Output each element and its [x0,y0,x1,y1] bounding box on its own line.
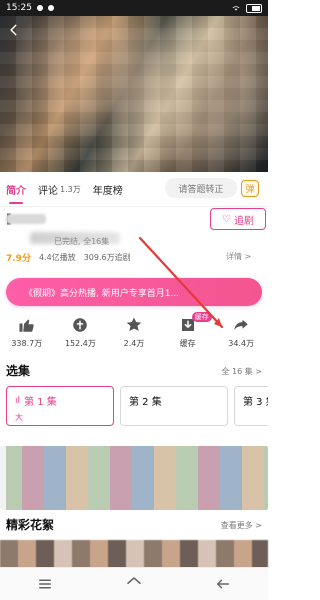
banner-text: 《假期》高分热播, 新用户专享首月1... [24,288,180,299]
episode-item[interactable]: 第 2 集 [120,386,228,426]
tab-label: 年度榜 [92,185,123,197]
tab-comments[interactable]: 评论 1.3万 [32,172,87,206]
status-left: 15:25 [6,3,54,13]
promo-banner[interactable]: 《假期》高分热播, 新用户专享首月1... [6,278,262,306]
heart-icon: ♡ [222,213,231,225]
playing-icon: ıl [15,395,21,406]
tab-label: 简介 [6,185,26,197]
highlights-title: 精彩花絮 [6,518,55,532]
back-nav-button[interactable] [203,572,243,596]
favorite-count: 2.4万 [123,339,145,348]
episodes-list: ıl 第 1 集 大 第 2 集 第 3 集 [0,386,268,430]
highlight-thumbnails[interactable] [0,540,268,568]
video-player[interactable] [0,0,268,172]
notification-dot-icon [47,5,54,11]
episode-item[interactable]: 第 3 集 [234,386,268,426]
tab-intro[interactable]: 简介 [0,172,32,206]
back-nav-icon [217,579,230,589]
follows: 309.6万追剧 [83,253,131,262]
like-button[interactable]: 338.7万 [5,316,49,349]
action-bar: 338.7万 152.4万 2.4万 缓存 缓存 34.4万 [0,312,268,358]
episode-label: 第 2 集 [129,397,162,408]
cache-button[interactable]: 缓存 缓存 [166,312,212,349]
danmu-input[interactable]: 请答题转正 [165,178,237,198]
danmu-toggle-label: 弹 [241,179,259,197]
wifi-icon [231,2,241,15]
rating: 7.9分 [6,254,31,264]
episodes-more[interactable]: 全 16 集 > [221,366,262,377]
status-bar: 15:25 [0,0,268,16]
danmu-toggle[interactable]: 弹 [240,178,260,198]
like-count: 338.7万 [11,339,43,348]
episode-label: 第 3 集 [243,397,268,408]
menu-icon [38,579,51,589]
plays: 4.4亿播放 [38,253,76,262]
episode-item[interactable]: ıl 第 1 集 大 [6,386,114,426]
follow-button[interactable]: ♡ 追剧 [210,208,266,230]
detail-link[interactable]: 详情 > [226,251,251,262]
show-stats: 7.9分 4.4亿播放 309.6万追剧 [6,251,131,264]
share-count: 34.4万 [228,339,255,348]
coin-button[interactable]: 152.4万 [58,316,102,349]
follow-label: 追剧 [233,215,254,227]
back-icon[interactable] [6,22,22,38]
share-icon [234,319,248,330]
notification-dot-icon [36,5,43,11]
tab-count: 1.3万 [60,184,81,194]
status-time: 15:25 [6,3,32,13]
highlights-more[interactable]: 查看更多 > [221,520,262,531]
coin-icon [73,318,88,332]
episode-sub: 大 [15,413,23,422]
favorite-button[interactable]: 2.4万 [112,316,156,349]
star-icon [126,317,142,331]
episodes-title: 选集 [6,364,31,378]
cache-label: 缓存 [179,339,196,348]
tab-label: 评论 [38,185,58,197]
battery-icon [246,3,262,13]
show-meta: 已完结, 全16集 [54,237,110,246]
thumbs-up-icon [19,319,34,332]
home-icon [127,577,141,584]
menu-button[interactable] [25,572,65,596]
blurred-title [6,214,46,224]
related-thumbnails[interactable] [0,446,268,510]
coin-count: 152.4万 [64,339,96,348]
danmu-placeholder: 请答题转正 [178,184,224,195]
episode-label: 第 1 集 [24,397,57,408]
home-button[interactable] [114,572,154,596]
cache-badge: 缓存 [191,312,212,322]
status-right [231,2,262,15]
tab-annual-rank[interactable]: 年度榜 [87,172,129,206]
system-nav-bar [0,567,268,600]
share-button[interactable]: 34.4万 [219,316,263,349]
